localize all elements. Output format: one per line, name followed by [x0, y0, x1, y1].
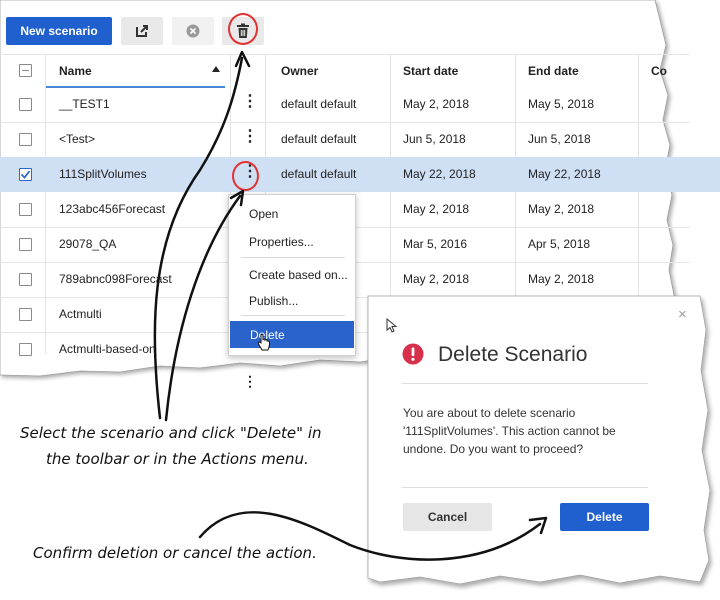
- actions-context-menu: Open Properties... Create based on... Pu…: [228, 194, 356, 356]
- hand-pointer-icon: [257, 334, 270, 351]
- row-checkbox[interactable]: [19, 273, 32, 286]
- kebab-highlight: [232, 161, 259, 191]
- open-external-icon: [136, 25, 148, 37]
- row-checkbox[interactable]: [19, 238, 32, 251]
- row-checkbox[interactable]: [19, 203, 32, 216]
- row-owner: default default: [281, 132, 357, 146]
- menu-item-delete[interactable]: Delete: [230, 321, 354, 348]
- menu-item-publish[interactable]: Publish...: [249, 294, 298, 308]
- row-checkbox[interactable]: [19, 343, 32, 356]
- menu-divider: [241, 315, 345, 316]
- kebab-menu-icon[interactable]: ⋮: [242, 94, 258, 110]
- row-name: 111SplitVolumes: [59, 167, 147, 181]
- dialog-divider: [402, 383, 648, 384]
- caption-line-3: Confirm deletion or cancel the action.: [33, 544, 317, 562]
- caption-line-2: the toolbar or in the Actions menu.: [46, 450, 309, 468]
- row-owner: default default: [281, 97, 357, 111]
- row-name: 29078_QA: [59, 237, 117, 251]
- menu-divider: [241, 257, 345, 258]
- column-header-co[interactable]: Co: [651, 57, 667, 85]
- row-end-date: Jun 5, 2018: [528, 132, 591, 146]
- row-end-date: May 22, 2018: [528, 167, 601, 181]
- column-header-name[interactable]: Name: [59, 57, 92, 85]
- select-all-checkbox[interactable]: [19, 64, 32, 77]
- row-end-date: May 5, 2018: [528, 97, 595, 111]
- row-start-date: May 22, 2018: [403, 167, 476, 181]
- row-name: Actmulti-based-on: [59, 342, 156, 356]
- row-owner: default default: [281, 167, 357, 181]
- dialog-title: Delete Scenario: [438, 343, 588, 366]
- dialog-message: You are about to delete scenario '111Spl…: [403, 406, 616, 456]
- row-name: <Test>: [59, 132, 96, 146]
- row-end-date: May 2, 2018: [528, 202, 595, 216]
- row-name: 123abc456Forecast: [59, 202, 166, 216]
- delete-button[interactable]: Delete: [560, 503, 649, 531]
- kebab-menu-icon[interactable]: ⋮: [242, 129, 258, 145]
- column-header-owner[interactable]: Owner: [281, 57, 318, 85]
- table-row-selected[interactable]: 111SplitVolumes ⋮ default default May 22…: [0, 157, 720, 192]
- caption-line-1: Select the scenario and click "Delete" i…: [20, 424, 322, 442]
- row-start-date: May 2, 2018: [403, 202, 470, 216]
- table-row[interactable]: 29078_QA Mar 5, 2016 Apr 5, 2018: [0, 227, 720, 263]
- table-row[interactable]: __TEST1 ⋮ default default May 2, 2018 Ma…: [0, 87, 720, 123]
- dialog-close-button[interactable]: ×: [678, 306, 687, 323]
- cancel-button[interactable]: Cancel: [403, 503, 492, 531]
- sort-ascending-icon[interactable]: [212, 66, 220, 72]
- menu-item-open[interactable]: Open: [249, 207, 278, 221]
- dialog-divider: [402, 487, 648, 488]
- row-name: Actmulti: [59, 307, 102, 321]
- menu-item-create-based-on[interactable]: Create based on...: [249, 268, 348, 282]
- kebab-menu-icon-partial[interactable]: ⋮: [243, 374, 257, 388]
- row-checkbox[interactable]: [19, 133, 32, 146]
- row-end-date: Apr 5, 2018: [528, 237, 591, 251]
- open-external-button[interactable]: [121, 17, 163, 45]
- row-start-date: Mar 5, 2016: [403, 237, 468, 251]
- check-icon: [20, 170, 31, 179]
- table-row[interactable]: <Test> ⋮ default default Jun 5, 2018 Jun…: [0, 122, 720, 158]
- row-name: __TEST1: [59, 97, 110, 111]
- row-start-date: May 2, 2018: [403, 97, 470, 111]
- header-divider-top: [0, 54, 690, 55]
- table-row[interactable]: 123abc456Forecast May 2, 2018 May 2, 201…: [0, 192, 720, 228]
- cancel-circle-icon: [186, 24, 200, 38]
- menu-item-properties[interactable]: Properties...: [249, 235, 314, 249]
- row-checkbox-checked[interactable]: [19, 168, 32, 181]
- column-header-start-date[interactable]: Start date: [403, 57, 458, 85]
- row-checkbox[interactable]: [19, 308, 32, 321]
- cancel-button[interactable]: [172, 17, 214, 45]
- toolbar-delete-highlight: [228, 13, 258, 45]
- row-start-date: Jun 5, 2018: [403, 132, 466, 146]
- new-scenario-button[interactable]: New scenario: [6, 17, 112, 45]
- column-header-end-date[interactable]: End date: [528, 57, 579, 85]
- alert-circle-icon: [402, 343, 424, 365]
- mouse-pointer-icon: [386, 318, 398, 333]
- row-checkbox[interactable]: [19, 98, 32, 111]
- row-name: 789abnc098Forecast: [59, 272, 172, 286]
